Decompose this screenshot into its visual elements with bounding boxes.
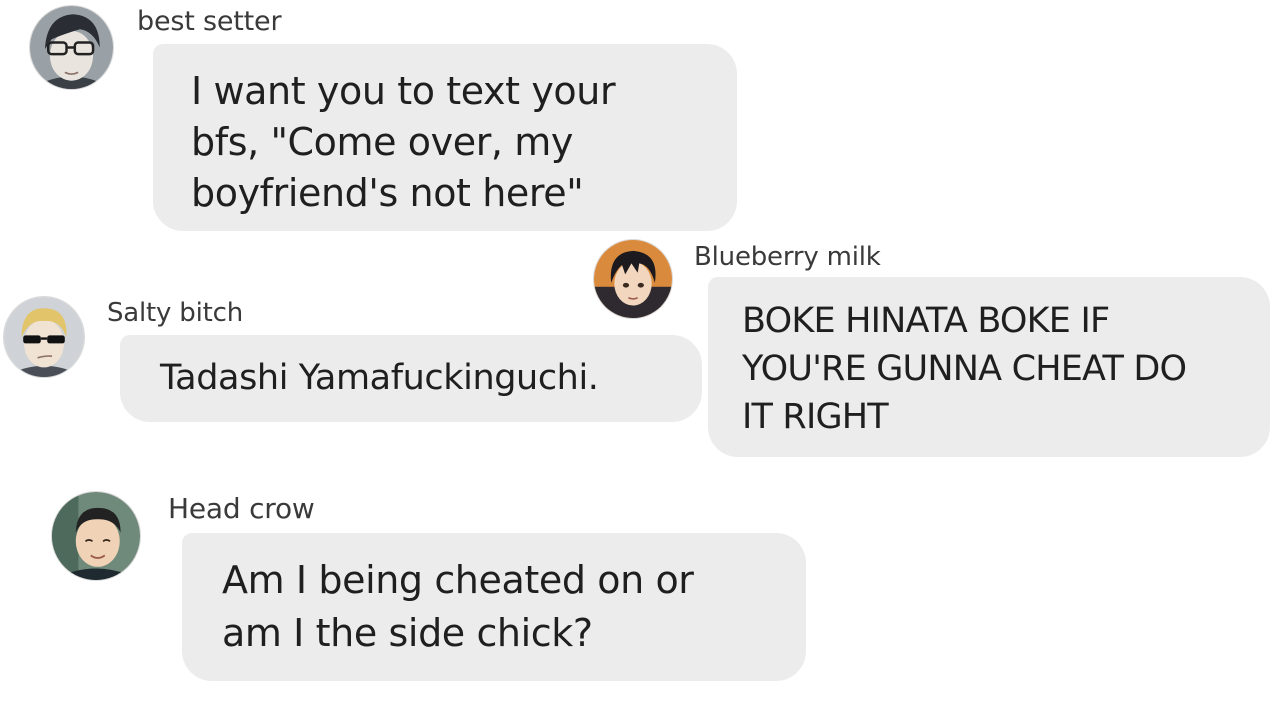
- avatar-glasses-boy-image: [30, 6, 113, 89]
- sender-name: best setter: [137, 6, 282, 37]
- avatar-buzzcut-boy-icon[interactable]: [52, 492, 140, 580]
- avatar-dark-hair-boy-image: [594, 240, 672, 318]
- avatar-dark-hair-boy-icon[interactable]: [594, 240, 672, 318]
- message-text: Tadashi Yamafuckinguchi.: [160, 358, 599, 398]
- message-bubble[interactable]: Tadashi Yamafuckinguchi.: [120, 335, 702, 422]
- avatar-blond-sunglasses-image: [4, 297, 84, 377]
- message-bubble[interactable]: BOKE HINATA BOKE IF YOU'RE GUNNA CHEAT D…: [708, 277, 1270, 457]
- message-bubble[interactable]: Am I being cheated on or am I the side c…: [182, 533, 806, 681]
- message-bubble[interactable]: I want you to text your bfs, "Come over,…: [153, 44, 737, 231]
- avatar-blond-sunglasses-icon[interactable]: [4, 297, 84, 377]
- sender-name: Salty bitch: [107, 298, 244, 328]
- message-text: BOKE HINATA BOKE IF YOU'RE GUNNA CHEAT D…: [742, 301, 1187, 437]
- sender-name: Head crow: [168, 492, 315, 525]
- sender-name: Blueberry milk: [694, 242, 881, 272]
- avatar-buzzcut-boy-image: [52, 492, 140, 580]
- message-text: Am I being cheated on or am I the side c…: [222, 558, 694, 655]
- avatar-glasses-boy-icon[interactable]: [30, 6, 113, 89]
- message-text: I want you to text your bfs, "Come over,…: [191, 69, 616, 215]
